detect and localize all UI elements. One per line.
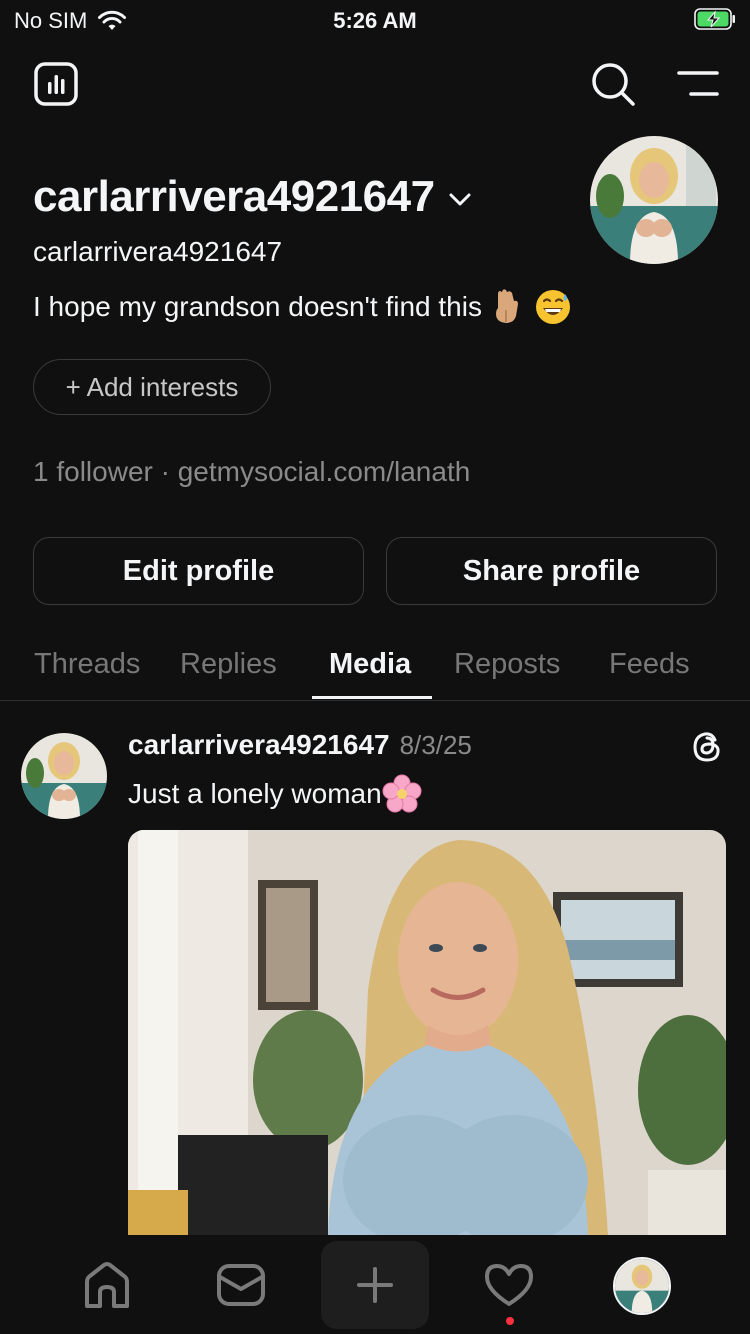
followers-link[interactable]: 1 follower · getmysocial.com/lanath <box>33 456 470 488</box>
post-author-photo <box>21 733 107 819</box>
bio-text: I hope my grandson doesn't find this <box>33 291 482 322</box>
search-button[interactable] <box>589 60 637 108</box>
chevron-down-icon <box>449 193 471 206</box>
post-username[interactable]: carlarrivera4921647 <box>128 729 390 761</box>
notification-dot <box>506 1317 514 1325</box>
tab-replies[interactable]: Replies <box>180 640 277 700</box>
profile-bio: I hope my grandson doesn't find this <box>33 288 572 326</box>
cherry-blossom-emoji-icon <box>382 774 422 813</box>
nav-profile[interactable] <box>613 1257 671 1315</box>
plus-icon <box>357 1267 393 1303</box>
profile-display-name: carlarrivera4921647 <box>33 172 435 221</box>
share-profile-button[interactable]: Share profile <box>386 537 717 605</box>
tab-media[interactable]: Media <box>329 640 411 700</box>
pointing-down-emoji-icon <box>495 289 518 323</box>
post-photo <box>128 830 726 1235</box>
nav-create-button[interactable] <box>321 1241 429 1329</box>
post-caption: Just a lonely woman <box>128 778 382 809</box>
battery-charging-icon <box>694 8 735 30</box>
tab-reposts[interactable]: Reposts <box>454 640 560 700</box>
nav-profile-avatar <box>615 1259 669 1313</box>
home-icon <box>85 1262 129 1308</box>
post-header: carlarrivera4921647 8/3/25 <box>128 729 472 761</box>
messages-icon <box>217 1264 265 1306</box>
threads-logo-icon[interactable] <box>688 728 726 766</box>
search-icon <box>592 63 635 106</box>
profile-name-switcher[interactable]: carlarrivera4921647 <box>33 172 471 222</box>
tab-feeds[interactable]: Feeds <box>609 640 690 700</box>
active-tab-indicator <box>312 696 432 699</box>
nav-messages[interactable] <box>211 1255 271 1315</box>
post-author-avatar[interactable] <box>21 733 107 819</box>
heart-icon <box>485 1264 533 1306</box>
edit-profile-button[interactable]: Edit profile <box>33 537 364 605</box>
profile-tabs: Threads Replies Media Reposts Feeds <box>0 640 750 701</box>
menu-button[interactable] <box>674 60 722 108</box>
sweat-smile-emoji-icon <box>535 290 570 324</box>
profile-avatar[interactable] <box>590 136 718 264</box>
tab-threads[interactable]: Threads <box>34 640 140 700</box>
profile-handle: carlarrivera4921647 <box>33 236 283 267</box>
bottom-navigation <box>0 1235 750 1334</box>
status-time: 5:26 AM <box>333 8 417 33</box>
bar-chart-icon <box>34 62 78 106</box>
profile-photo <box>590 136 718 264</box>
post-text: Just a lonely woman <box>128 774 422 814</box>
add-interests-button[interactable]: + Add interests <box>33 359 271 415</box>
menu-icon <box>677 71 719 96</box>
post-date: 8/3/25 <box>399 730 472 760</box>
nav-activity[interactable] <box>479 1255 539 1315</box>
post-media-image[interactable] <box>128 830 726 1235</box>
insights-button[interactable] <box>32 60 80 108</box>
nav-home[interactable] <box>77 1255 137 1315</box>
